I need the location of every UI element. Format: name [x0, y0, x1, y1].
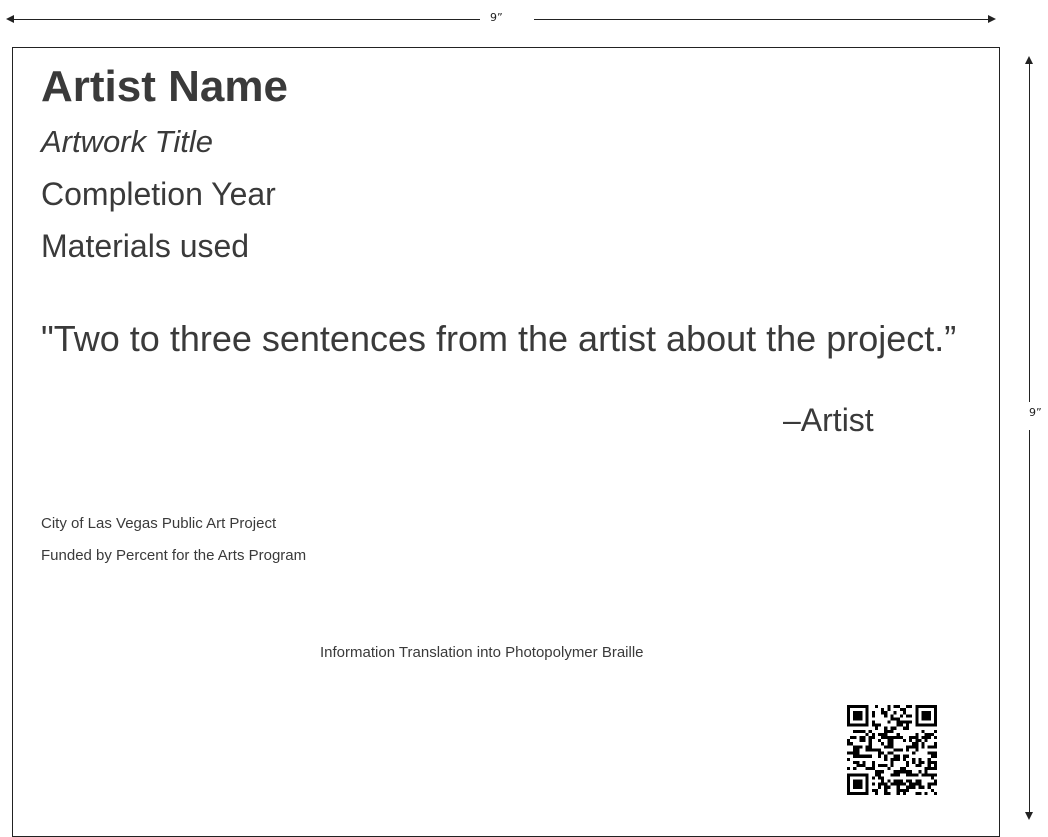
- arrow-right-icon: [988, 15, 996, 23]
- completion-year: Completion Year: [41, 176, 276, 212]
- dimension-line: [12, 19, 480, 20]
- materials-used: Materials used: [41, 228, 250, 264]
- quote-attribution: –Artist: [783, 402, 874, 438]
- dimension-line: [1029, 62, 1030, 402]
- braille-note: Information Translation into Photopolyme…: [320, 644, 644, 661]
- height-dimension-guide: 9”: [1018, 56, 1048, 822]
- artist-name: Artist Name: [41, 62, 288, 111]
- credit-line-funding: Funded by Percent for the Arts Program: [41, 547, 307, 564]
- width-dimension-guide: 9”: [6, 8, 996, 30]
- plaque-layout: Artist Name Artwork Title Completion Yea…: [12, 47, 1000, 837]
- artwork-title: Artwork Title: [41, 124, 213, 159]
- dimension-line: [1029, 430, 1030, 814]
- arrow-down-icon: [1025, 812, 1033, 820]
- width-label: 9”: [490, 11, 503, 24]
- artist-quote: "Two to three sentences from the artist …: [41, 318, 957, 359]
- qr-code-icon: [847, 705, 937, 795]
- credit-line-project: City of Las Vegas Public Art Project: [41, 515, 277, 532]
- height-label: 9”: [1029, 406, 1042, 419]
- dimension-line: [534, 19, 990, 20]
